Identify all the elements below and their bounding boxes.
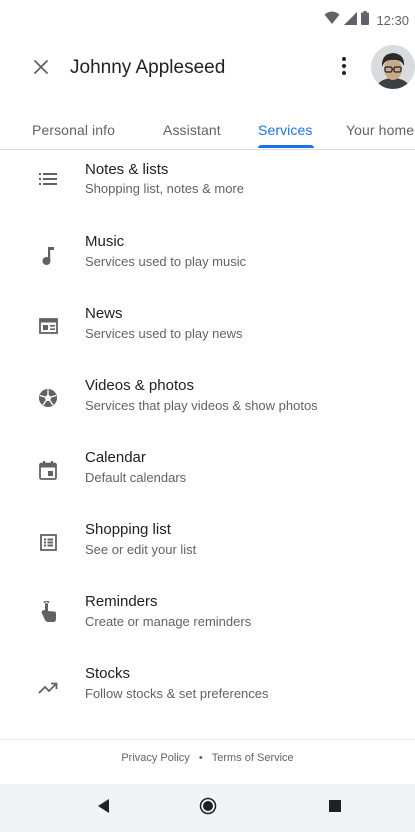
- calendar-icon: [36, 458, 60, 482]
- reminder-hand-icon: [36, 600, 60, 624]
- list-item-title: News: [85, 305, 123, 322]
- list-item-subtitle: Services used to play news: [85, 326, 243, 341]
- list-item-subtitle: Create or manage reminders: [85, 614, 252, 629]
- recents-button[interactable]: [305, 784, 365, 832]
- list-item-title: Videos & photos: [85, 377, 194, 394]
- footer: Privacy Policy • Terms of Service: [0, 752, 415, 764]
- list-icon: [36, 167, 60, 191]
- list-item-title: Calendar: [85, 449, 146, 466]
- list-item-shopping-list[interactable]: Shopping list See or edit your list: [0, 508, 415, 576]
- list-item-stocks[interactable]: Stocks Follow stocks & set preferences: [0, 652, 415, 720]
- terms-of-service-link[interactable]: Terms of Service: [212, 752, 294, 764]
- back-icon: [98, 798, 110, 818]
- list-item-videos-photos[interactable]: Videos & photos Services that play video…: [0, 364, 415, 432]
- home-icon: [199, 797, 217, 820]
- footer-separator: •: [198, 752, 203, 764]
- footer-divider: [0, 739, 415, 740]
- list-item-subtitle: See or edit your list: [85, 542, 197, 557]
- account-name: Johnny Appleseed: [70, 57, 226, 78]
- list-item-notes-lists[interactable]: Notes & lists Shopping list, notes & mor…: [0, 150, 415, 218]
- wifi-icon: [324, 11, 340, 30]
- list-item-subtitle: Services that play videos & show photos: [85, 398, 318, 413]
- tab-your-home[interactable]: Your home: [346, 122, 414, 138]
- signal-icon: [344, 11, 358, 30]
- list-item-subtitle: Default calendars: [85, 470, 187, 485]
- list-item-title: Notes & lists: [85, 161, 169, 178]
- list-item-title: Shopping list: [85, 521, 171, 538]
- tab-active-indicator: [258, 145, 314, 148]
- news-icon: [36, 314, 60, 338]
- list-item-news[interactable]: News Services used to play news: [0, 292, 415, 360]
- avatar[interactable]: [371, 45, 415, 89]
- list-item-reminders[interactable]: Reminders Create or manage reminders: [0, 580, 415, 648]
- tab-services[interactable]: Services: [258, 122, 312, 138]
- list-item-music[interactable]: Music Services used to play music: [0, 220, 415, 288]
- music-note-icon: [36, 244, 60, 268]
- status-icons: 12:30: [324, 11, 409, 30]
- list-item-calendar[interactable]: Calendar Default calendars: [0, 436, 415, 504]
- app-header: Johnny Appleseed: [0, 40, 415, 100]
- list-item-subtitle: Shopping list, notes & more: [85, 181, 244, 196]
- list-item-title: Stocks: [85, 665, 131, 682]
- list-item-subtitle: Follow stocks & set preferences: [85, 686, 269, 701]
- status-bar: 12:30: [0, 0, 415, 40]
- tab-personal-info[interactable]: Personal info: [32, 122, 115, 138]
- status-time: 12:30: [376, 13, 409, 28]
- back-button[interactable]: [74, 784, 134, 832]
- home-button[interactable]: [178, 784, 238, 832]
- list-item-subtitle: Services used to play music: [85, 254, 247, 269]
- avatar-photo: [371, 45, 415, 89]
- battery-icon: [361, 11, 370, 30]
- list-item-title: Music: [85, 233, 125, 250]
- close-button[interactable]: [28, 56, 54, 82]
- more-options-button[interactable]: [332, 53, 356, 83]
- tab-bar: Personal info Assistant Services Your ho…: [0, 118, 415, 150]
- close-icon: [34, 59, 48, 79]
- tab-assistant[interactable]: Assistant: [163, 122, 221, 138]
- list-item-title: Reminders: [85, 593, 158, 610]
- camera-aperture-icon: [36, 386, 60, 410]
- more-vert-icon: [342, 56, 346, 80]
- recents-icon: [329, 799, 341, 817]
- shopping-list-icon: [36, 530, 60, 554]
- privacy-policy-link[interactable]: Privacy Policy: [121, 752, 189, 764]
- trending-up-icon: [36, 676, 60, 700]
- system-nav-bar: [0, 784, 415, 832]
